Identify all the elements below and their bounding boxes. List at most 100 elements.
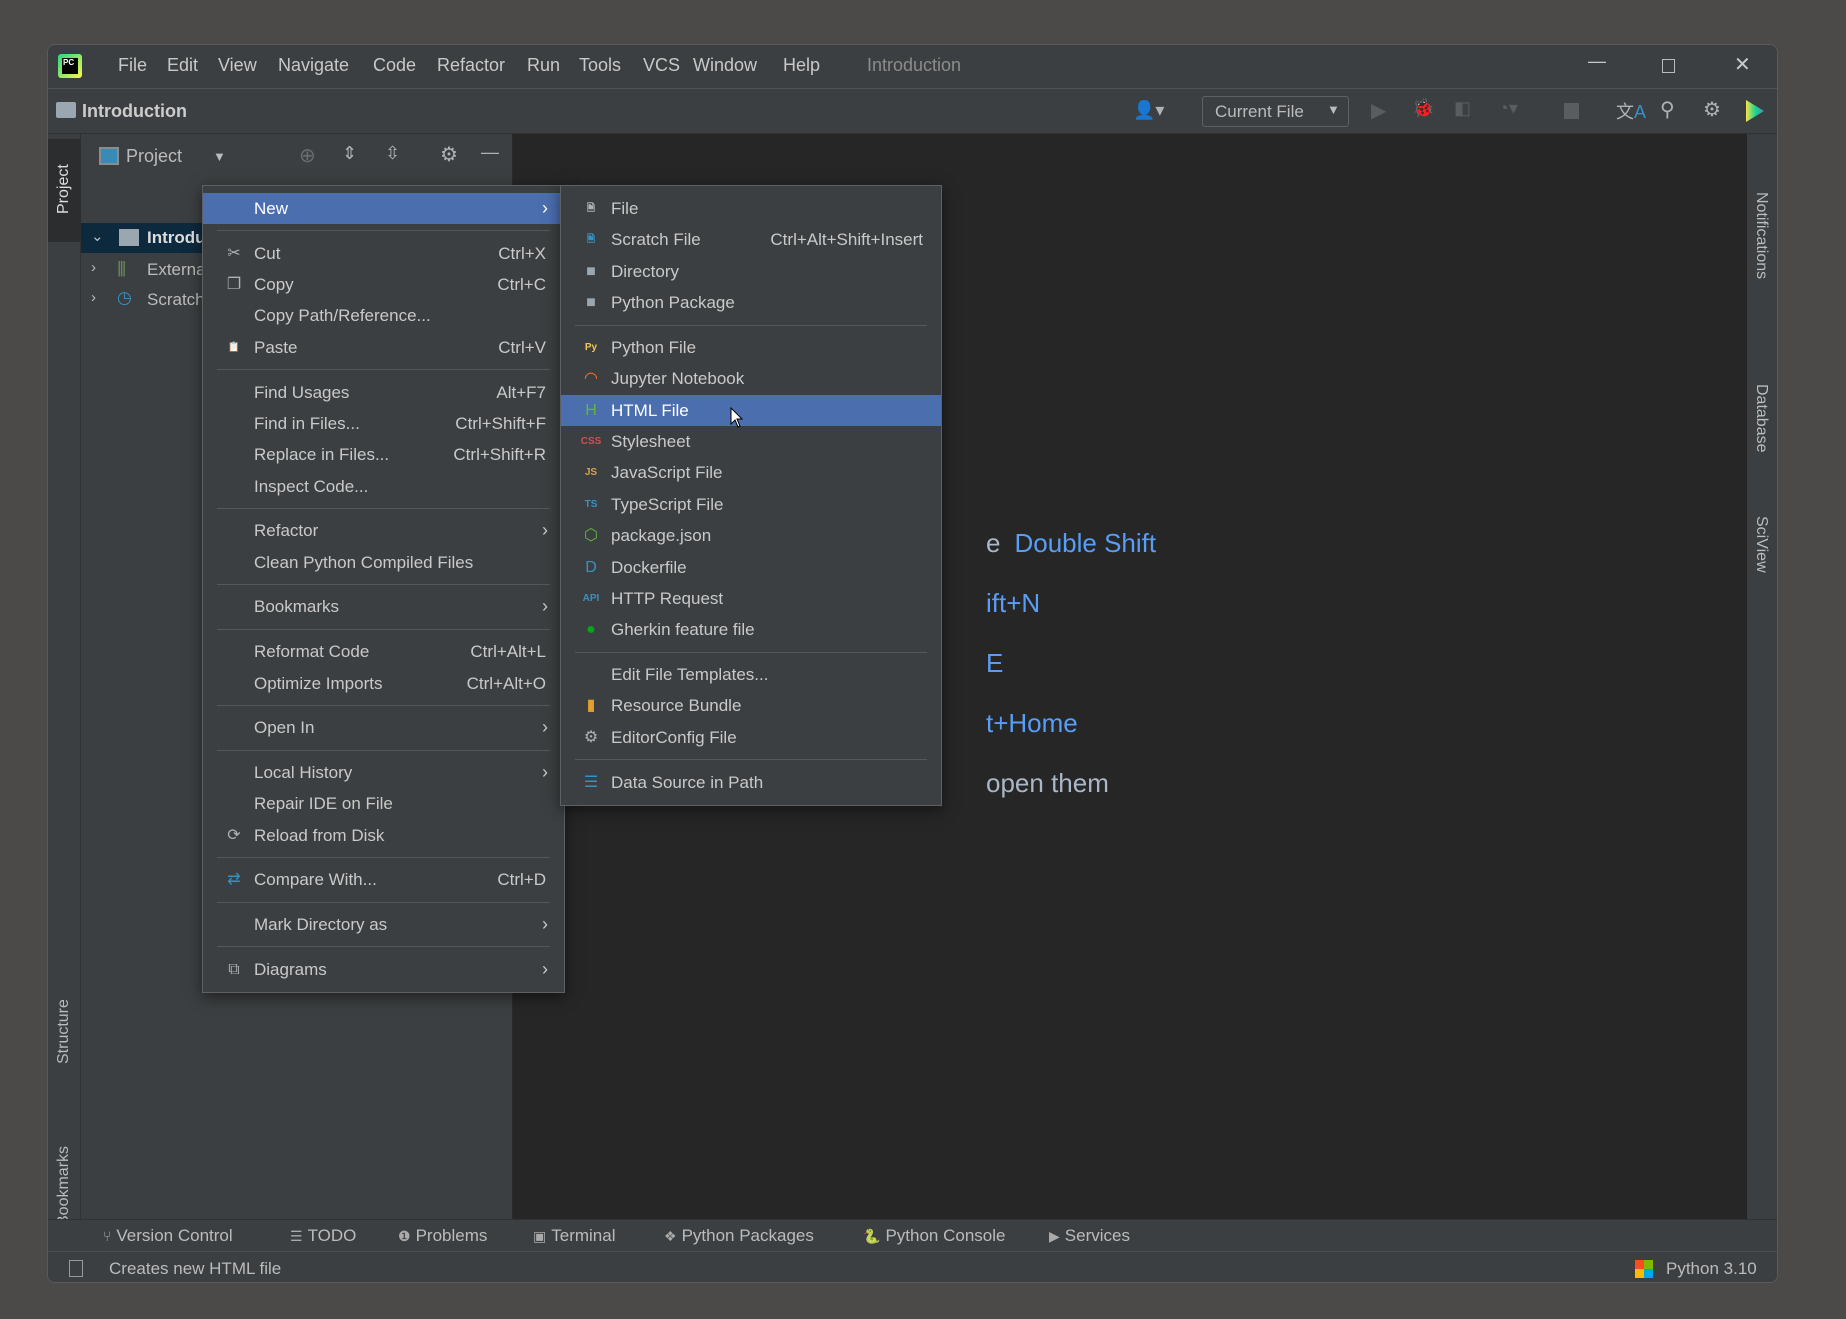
tab-database[interactable]: Database [1752,384,1770,453]
menu-item-resource-bundle[interactable]: ▮ Resource Bundle [561,690,941,721]
debug-icon[interactable]: 🐞 [1412,98,1434,119]
menu-separator [203,940,564,953]
menu-item-copy-path-reference[interactable]: Copy Path/Reference... [203,300,564,331]
breadcrumb[interactable]: Introduction [82,101,187,122]
chevron-down-icon[interactable]: ⌄ [91,227,104,245]
menu-refactor[interactable]: Refactor [437,55,505,76]
panel-title[interactable]: Project [126,146,182,167]
hide-icon[interactable]: — [481,142,499,163]
run-icon[interactable]: ▶ [1371,98,1386,123]
tab-sciview[interactable]: SciView [1752,516,1770,573]
menu-help[interactable]: Help [783,55,820,76]
menu-item-reload-from-disk[interactable]: ⟳ Reload from Disk [203,820,564,851]
menu-item-data-source-in-path[interactable]: ☰ Data Source in Path [561,767,941,798]
close-button[interactable]: ✕ [1734,52,1751,77]
hint-shortcut: E [986,648,1004,678]
chevron-right-icon[interactable]: › [91,289,96,306]
menu-item-package-json[interactable]: ⬡ package.json [561,520,941,551]
menu-item-edit-file-templates[interactable]: Edit File Templates... [561,659,941,690]
gear-icon[interactable]: ⚙ [440,142,458,167]
context-menu: New › ✂ Cut Ctrl+X ❐ Copy Ctrl+C Copy Path/Refer… [202,185,565,994]
menu-item-editorconfig-file[interactable]: ⚙ EditorConfig File [561,722,941,753]
menu-item-reformat-code[interactable]: Reformat Code Ctrl+Alt+L [203,636,564,667]
tool-window-services[interactable]: ▶ Services [1049,1226,1130,1246]
menu-vcs[interactable]: VCS [643,55,680,76]
menu-item-jupyter-notebook[interactable]: ◠ Jupyter Notebook [561,363,941,394]
menu-file[interactable]: File [118,55,147,76]
menu-run[interactable]: Run [527,55,560,76]
menu-edit[interactable]: Edit [167,55,198,76]
menu-item-mark-directory-as[interactable]: Mark Directory as › [203,909,564,940]
window-title: Introduction [867,55,962,75]
expand-all-icon[interactable]: ⇕ [342,143,357,164]
menu-navigate[interactable]: Navigate [278,55,349,76]
menu-item-bookmarks[interactable]: Bookmarks › [203,591,564,622]
settings-icon[interactable]: ⚙ [1703,97,1721,122]
menu-item-directory[interactable]: ■ Directory [561,256,941,287]
menu-item-inspect-code[interactable]: Inspect Code... [203,471,564,502]
menu-item-copy[interactable]: ❐ Copy Ctrl+C [203,269,564,300]
stop-icon[interactable] [1564,103,1579,119]
menu-item-stylesheet[interactable]: CSS Stylesheet [561,426,941,457]
menu-item-replace-in-files[interactable]: Replace in Files... Ctrl+Shift+R [203,439,564,470]
menu-item-javascript-file[interactable]: JS JavaScript File [561,457,941,488]
menu-item-local-history[interactable]: Local History › [203,757,564,788]
vcs-user-icon[interactable]: 👤▾ [1133,100,1164,121]
menu-item-clean-python-compiled-files[interactable]: Clean Python Compiled Files [203,547,564,578]
tool-window-terminal[interactable]: ▣ Terminal [533,1226,615,1246]
menu-item-http-request[interactable]: API HTTP Request [561,583,941,614]
menu-item-repair-ide-on-file[interactable]: Repair IDE on File [203,788,564,819]
menu-item-refactor[interactable]: Refactor › [203,515,564,546]
menu-item-optimize-imports[interactable]: Optimize Imports Ctrl+Alt+O [203,668,564,699]
menu-item-html-file[interactable]: H HTML File [561,394,941,427]
tool-window-python-packages[interactable]: ❖ Python Packages [664,1226,814,1246]
tool-window-python-console[interactable]: 🐍 Python Console [863,1226,1005,1246]
tab-project[interactable]: Project [55,164,73,214]
tool-window-problems[interactable]: ❶ Problems [398,1226,487,1246]
menu-item-gherkin-feature-file[interactable]: ● Gherkin feature file [561,614,941,645]
translate-icon[interactable]: 文A [1616,98,1646,124]
tool-window-icon: ❶ [398,1228,411,1244]
menu-item-python-file[interactable]: Py Python File [561,332,941,363]
toggle-panels-icon[interactable] [69,1260,83,1277]
menu-view[interactable]: View [218,55,257,76]
menu-tools[interactable]: Tools [579,55,621,76]
interpreter-status[interactable]: Python 3.10 [1666,1259,1757,1279]
menu-item-cut[interactable]: ✂ Cut Ctrl+X [203,238,564,269]
maximize-button[interactable] [1662,59,1675,73]
menu-item-label: Gherkin feature file [611,620,755,640]
locate-icon[interactable]: ⊕ [299,143,316,168]
diagram-icon: ⧉ [228,960,240,978]
menu-item-python-package[interactable]: ■ Python Package [561,287,941,318]
menu-item-typescript-file[interactable]: TS TypeScript File [561,489,941,520]
menu-item-new[interactable]: New › [203,193,564,225]
profile-icon[interactable]: ◔▾ [1498,98,1518,119]
menu-bar: PC File Edit View Navigate Code Refactor Run To… [48,45,1777,89]
menu-item-file[interactable]: 🗎 File [561,193,941,224]
menu-item-paste[interactable]: 📋 Paste Ctrl+V [203,332,564,363]
menu-item-compare-with[interactable]: ⇄ Compare With... Ctrl+D [203,864,564,895]
menu-item-diagrams[interactable]: ⧉ Diagrams › [203,954,564,985]
chevron-right-icon[interactable]: › [91,259,96,276]
menu-window[interactable]: Window [693,55,757,76]
ai-assistant-icon[interactable] [1746,100,1764,122]
tab-structure[interactable]: Structure [55,999,73,1064]
run-config-select[interactable]: Current File ▼ [1202,96,1349,127]
menu-code[interactable]: Code [373,55,416,76]
menu-item-open-in[interactable]: Open In › [203,712,564,743]
tab-notifications[interactable]: Notifications [1752,192,1770,279]
tab-bookmarks[interactable]: Bookmarks [55,1146,73,1226]
tool-window-version-control[interactable]: ⑂ Version Control [103,1226,233,1246]
menu-item-find-usages[interactable]: Find Usages Alt+F7 [203,377,564,408]
tool-window-todo[interactable]: ☰ TODO [290,1226,356,1246]
menu-item-find-in-files[interactable]: Find in Files... Ctrl+Shift+F [203,408,564,439]
menu-item-dockerfile[interactable]: D Dockerfile [561,552,941,583]
search-icon[interactable]: ⚲ [1660,97,1675,122]
tool-window-label: Terminal [551,1226,616,1245]
collapse-all-icon[interactable]: ⇳ [385,143,400,164]
chevron-down-icon[interactable]: ▼ [213,149,226,164]
menu-item-scratch-file[interactable]: 🗎 Scratch File Ctrl+Alt+Shift+Insert [561,224,941,255]
minimize-button[interactable]: — [1588,51,1606,72]
coverage-icon[interactable]: ◧ [1454,98,1471,119]
chevron-right-icon: › [542,596,548,617]
